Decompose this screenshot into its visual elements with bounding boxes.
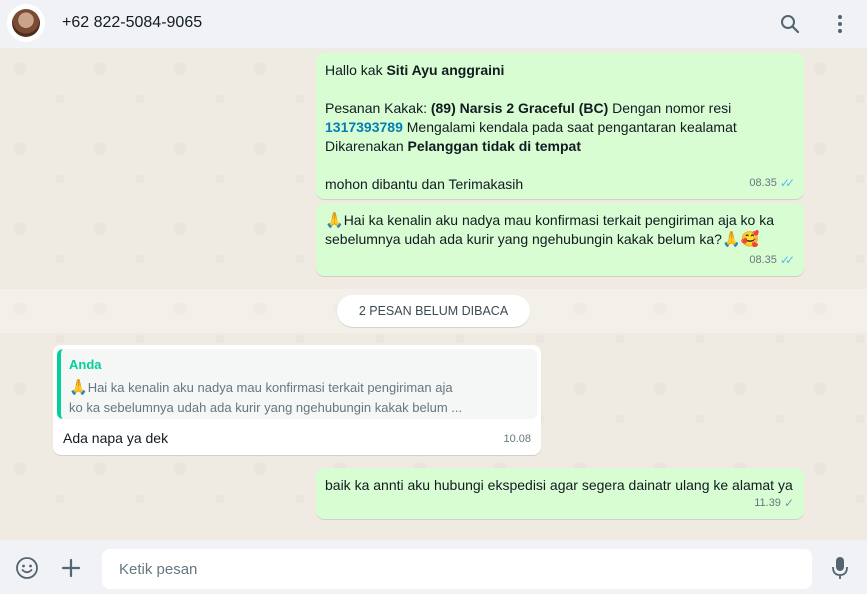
message-line: mohon dibantu dan Terimakasih [325,176,524,192]
pray-emoji-icon: 🙏 [721,231,741,248]
message-line: Pesanan Kakak: (89) Narsis 2 Graceful (B… [325,100,732,116]
message-text: Ada napa ya dek [63,430,169,446]
outgoing-message[interactable]: Hallo kak Siti Ayu anggraini Pesanan Kak… [316,53,804,199]
message-time: 08.35 [749,254,777,266]
message-meta: 08.35 ✓✓ [749,174,795,193]
contact-name[interactable]: +62 822-5084-9065 [62,14,202,32]
message-time: 10.08 [503,433,531,445]
smiling-hearts-emoji-icon: 🥰 [740,231,760,248]
quote-text: 🙏Hai ka kenalin aku nadya mau konfirmasi… [69,379,463,415]
message-meta: 08.35 ✓✓ [749,251,795,270]
pray-emoji-icon: 🙏 [325,212,344,229]
customer-name: Siti Ayu anggraini [386,62,505,78]
message-line: sebelumnya udah ada kurir yang ngehubung… [325,231,760,248]
emoji-icon[interactable] [14,555,40,581]
message-text: baik ka annti aku hubungi ekspedisi agar… [325,477,793,493]
message-line: Hallo kak Siti Ayu anggraini [325,62,505,78]
outgoing-message[interactable]: 🙏Hai ka kenalin aku nadya mau konfirmasi… [316,203,804,276]
message-time: 08.35 [749,177,777,189]
message-meta: 10.08 [503,430,531,449]
outgoing-message[interactable]: baik ka annti aku hubungi ekspedisi agar… [316,468,804,519]
sent-tick-icon: ✓ [783,496,794,510]
quoted-message[interactable]: Anda 🙏Hai ka kenalin aku nadya mau konfi… [57,349,537,419]
chat-header: +62 822-5084-9065 [0,0,867,49]
message-line: 🙏Hai ka kenalin aku nadya mau konfirmasi… [325,212,775,229]
reason-text: Pelanggan tidak di tempat [407,138,581,154]
pray-emoji-icon: 🙏 [69,379,88,396]
message-line: Dikarenakan Pelanggan tidak di tempat [325,138,581,154]
unread-divider: 2 PESAN BELUM DIBACA [0,289,867,333]
message-time: 11.39 [754,497,781,509]
chat-area[interactable]: Hallo kak Siti Ayu anggraini Pesanan Kak… [0,49,867,540]
compose-bar [0,540,867,594]
resi-link[interactable]: 1317393789 [325,119,403,135]
contact-avatar[interactable] [7,4,45,42]
message-input[interactable] [102,549,812,589]
message-meta: 11.39 ✓ [754,494,794,513]
unread-badge: 2 PESAN BELUM DIBACA [336,295,531,327]
product-name: (89) Narsis 2 Graceful (BC) [430,100,609,116]
incoming-message[interactable]: Anda 🙏Hai ka kenalin aku nadya mau konfi… [53,345,541,455]
menu-icon[interactable] [827,11,853,37]
read-ticks-icon: ✓✓ [779,253,795,267]
read-ticks-icon: ✓✓ [779,176,795,190]
avatar-image [12,9,40,37]
search-icon[interactable] [777,11,803,37]
microphone-icon[interactable] [827,555,853,581]
message-line: 1317393789 Mengalami kendala pada saat p… [325,119,737,135]
attach-plus-icon[interactable] [58,555,84,581]
quote-author: Anda [69,357,102,372]
